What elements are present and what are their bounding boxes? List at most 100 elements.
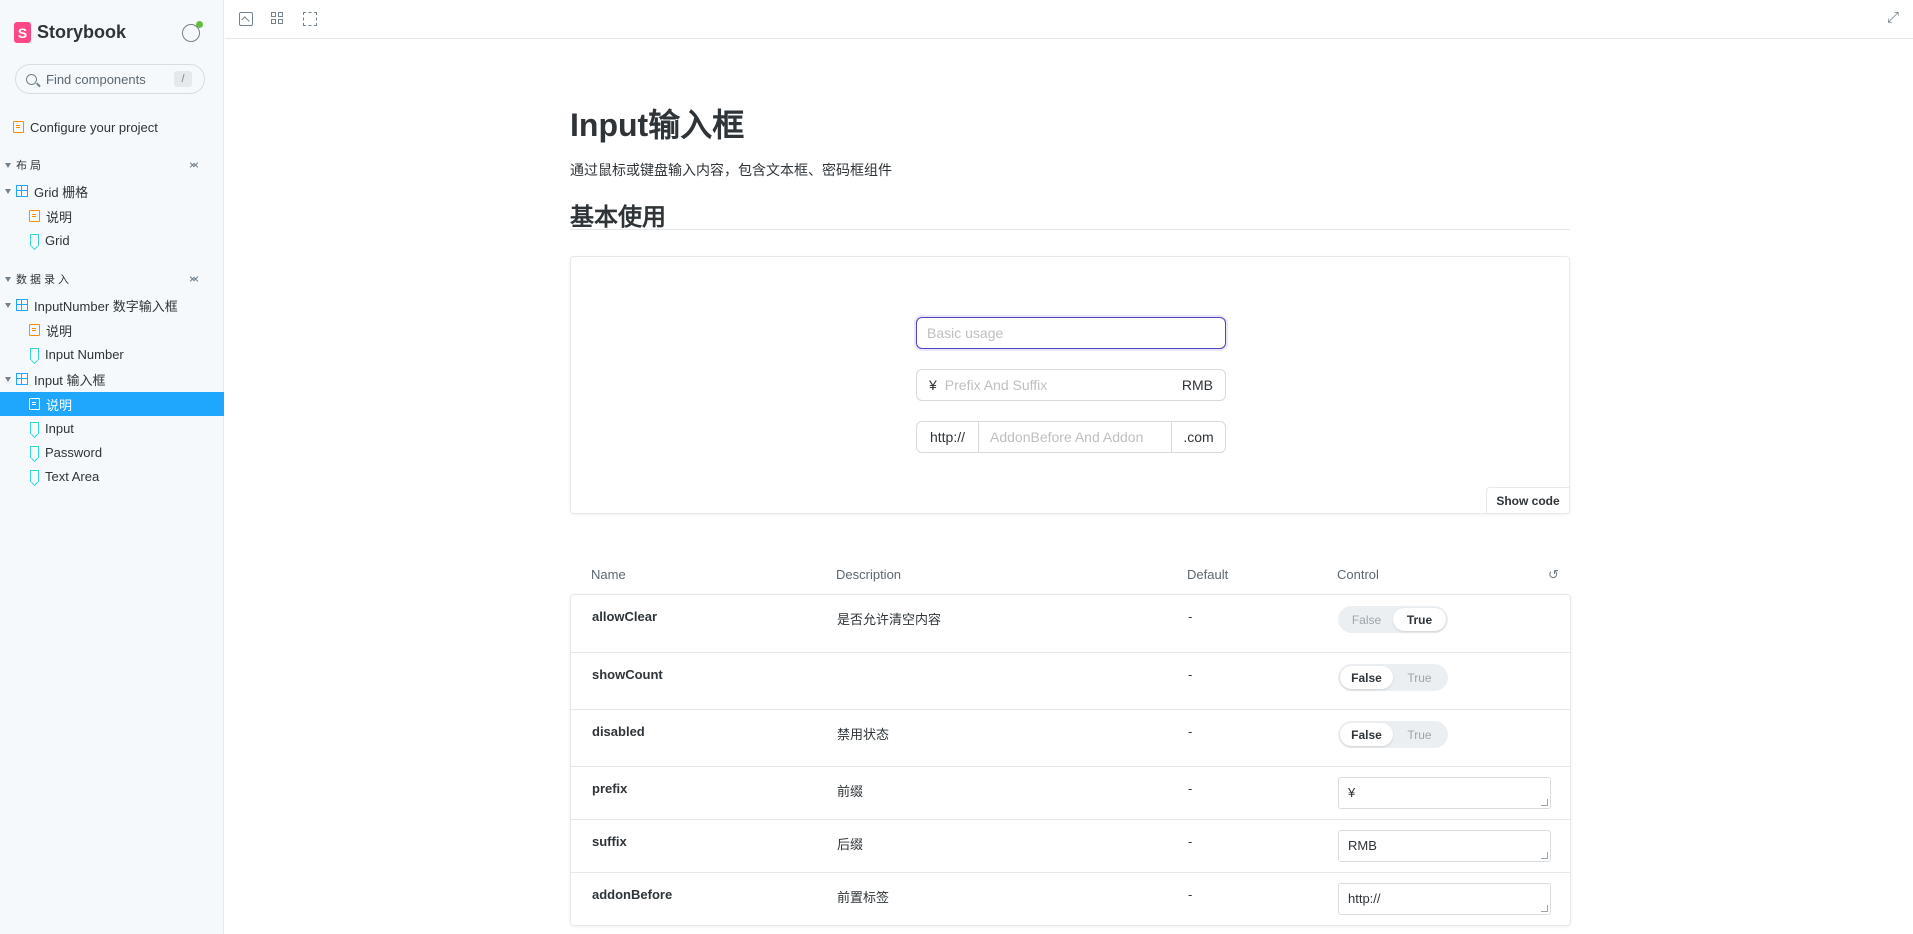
boolean-toggle[interactable]: False True <box>1338 606 1448 633</box>
sidebar-item-label: Text Area <box>45 468 100 484</box>
arg-name: suffix <box>592 834 627 849</box>
sidebar-item-input-docs[interactable]: 说明 <box>0 392 224 416</box>
collapse-all-icon[interactable] <box>190 160 198 170</box>
section-title: 基本使用 <box>570 204 666 231</box>
divider <box>570 229 1570 230</box>
text-control[interactable]: http:// <box>1338 883 1551 915</box>
sidebar-item-grid-docs[interactable]: 说明 <box>0 204 224 228</box>
reset-controls-icon[interactable]: ↺ <box>1548 567 1560 582</box>
toggle-true-option[interactable]: True <box>1393 723 1446 746</box>
input-prefix: ¥ <box>929 377 937 393</box>
arg-name: prefix <box>592 781 628 796</box>
sidebar-group-layout[interactable]: 布局 <box>0 155 224 175</box>
sidebar-item-inputnumber-docs[interactable]: 说明 <box>0 318 224 342</box>
boolean-toggle[interactable]: False True <box>1338 721 1448 748</box>
sidebar-item-input-story[interactable]: Input <box>0 416 224 440</box>
grid-icon[interactable] <box>271 12 285 26</box>
arg-default: - <box>1188 781 1193 796</box>
story-preview: ¥ RMB http:// .com Show code <box>570 256 1570 514</box>
sidebar-item-label: InputNumber 数字输入框 <box>34 298 178 314</box>
page-title: Input输入框 <box>570 107 745 143</box>
table-row: addonBefore 前置标签 - http:// <box>571 872 1570 925</box>
toggle-false-option[interactable]: False <box>1340 723 1393 746</box>
toggle-true-option[interactable]: True <box>1393 666 1446 689</box>
toggle-true-option[interactable]: True <box>1393 608 1446 631</box>
component-icon <box>16 373 28 385</box>
text-control[interactable]: RMB <box>1338 830 1551 862</box>
arg-description: 前缀 <box>837 784 864 799</box>
prefix-suffix-field[interactable] <box>944 377 1167 393</box>
arg-default: - <box>1188 609 1193 624</box>
sidebar-group-label: 数据录入 <box>16 274 72 286</box>
sidebar-item-inputnumber[interactable]: InputNumber 数字输入框 <box>0 293 224 317</box>
document-icon <box>29 210 40 222</box>
boolean-toggle[interactable]: False True <box>1338 664 1448 691</box>
search-input[interactable] <box>46 71 176 87</box>
image-icon[interactable] <box>239 12 253 26</box>
document-icon <box>29 398 40 410</box>
sidebar-item-label: Grid 栅格 <box>34 184 89 200</box>
brand-name: Storybook <box>37 22 127 42</box>
addon-before: http:// <box>917 422 979 452</box>
show-code-button[interactable]: Show code <box>1486 487 1569 513</box>
table-row: suffix 后缀 - RMB <box>571 819 1570 872</box>
sidebar-item-label: Input 输入框 <box>34 372 106 388</box>
collapse-all-icon[interactable] <box>190 274 198 284</box>
sidebar-item-inputnumber-story[interactable]: Input Number <box>0 342 224 366</box>
sidebar-item-configure[interactable]: Configure your project <box>0 115 224 139</box>
settings-gear-icon[interactable] <box>182 21 203 42</box>
arg-name: disabled <box>592 724 645 739</box>
sidebar-item-grid-story[interactable]: Grid <box>0 228 224 252</box>
sidebar-item-label: Input Number <box>45 346 124 362</box>
text-control[interactable]: ¥ <box>1338 777 1551 809</box>
table-row: showCount - False True <box>571 652 1570 709</box>
basic-input-field[interactable] <box>927 325 1217 341</box>
component-icon <box>16 299 28 311</box>
table-row: disabled 禁用状态 - False True <box>571 709 1570 766</box>
sidebar-item-password-story[interactable]: Password <box>0 440 224 464</box>
column-control: Control <box>1337 567 1379 582</box>
sidebar-item-label: Password <box>45 444 103 460</box>
arg-description: 后缀 <box>837 837 864 852</box>
storybook-logo: S <box>14 22 31 43</box>
sidebar-item-label: Input <box>45 420 74 436</box>
outline-icon[interactable] <box>303 12 317 26</box>
bookmark-icon <box>30 234 39 246</box>
table-row: allowClear 是否允许清空内容 - False True <box>571 595 1570 652</box>
arg-default: - <box>1188 834 1193 849</box>
page-description: 通过鼠标或键盘输入内容，包含文本框、密码框组件 <box>570 162 892 178</box>
brand[interactable]: S Storybook <box>14 22 126 43</box>
toggle-false-option[interactable]: False <box>1340 666 1393 689</box>
sidebar-item-label: 说明 <box>46 323 73 339</box>
arg-name: allowClear <box>592 609 658 624</box>
arg-default: - <box>1188 667 1193 682</box>
addon-input[interactable]: http:// .com <box>916 421 1226 453</box>
sidebar: S Storybook / Configure your project 布局 … <box>0 0 224 934</box>
toggle-false-option[interactable]: False <box>1340 608 1393 631</box>
document-icon <box>13 121 24 133</box>
column-name: Name <box>591 567 626 582</box>
addon-field[interactable] <box>979 429 1149 445</box>
sidebar-item-grid[interactable]: Grid 栅格 <box>0 179 224 203</box>
arg-description: 前置标签 <box>837 890 890 905</box>
arg-description: 是否允许清空内容 <box>837 612 942 627</box>
sidebar-item-label: Configure your project <box>30 119 158 135</box>
sidebar-item-input[interactable]: Input 输入框 <box>0 367 224 391</box>
column-description: Description <box>836 567 902 582</box>
bookmark-icon <box>30 470 39 482</box>
basic-input[interactable] <box>916 317 1226 349</box>
input-suffix: RMB <box>1181 377 1213 393</box>
sidebar-group-data-entry[interactable]: 数据录入 <box>0 269 224 289</box>
args-table-body: allowClear 是否允许清空内容 - False True showCou… <box>570 594 1571 926</box>
search-box[interactable]: / <box>15 64 205 94</box>
arg-default: - <box>1188 724 1193 739</box>
document-icon <box>29 324 40 336</box>
toolbar <box>225 0 1913 39</box>
prefix-suffix-input[interactable]: ¥ RMB <box>916 369 1226 401</box>
args-table: Name Description Default Control ↺ allow… <box>570 557 1571 926</box>
sidebar-item-textarea-story[interactable]: Text Area <box>0 464 224 488</box>
component-icon <box>16 185 28 197</box>
sidebar-item-label: 说明 <box>46 397 73 413</box>
arg-default: - <box>1188 887 1193 902</box>
fullscreen-icon[interactable] <box>1887 9 1901 26</box>
